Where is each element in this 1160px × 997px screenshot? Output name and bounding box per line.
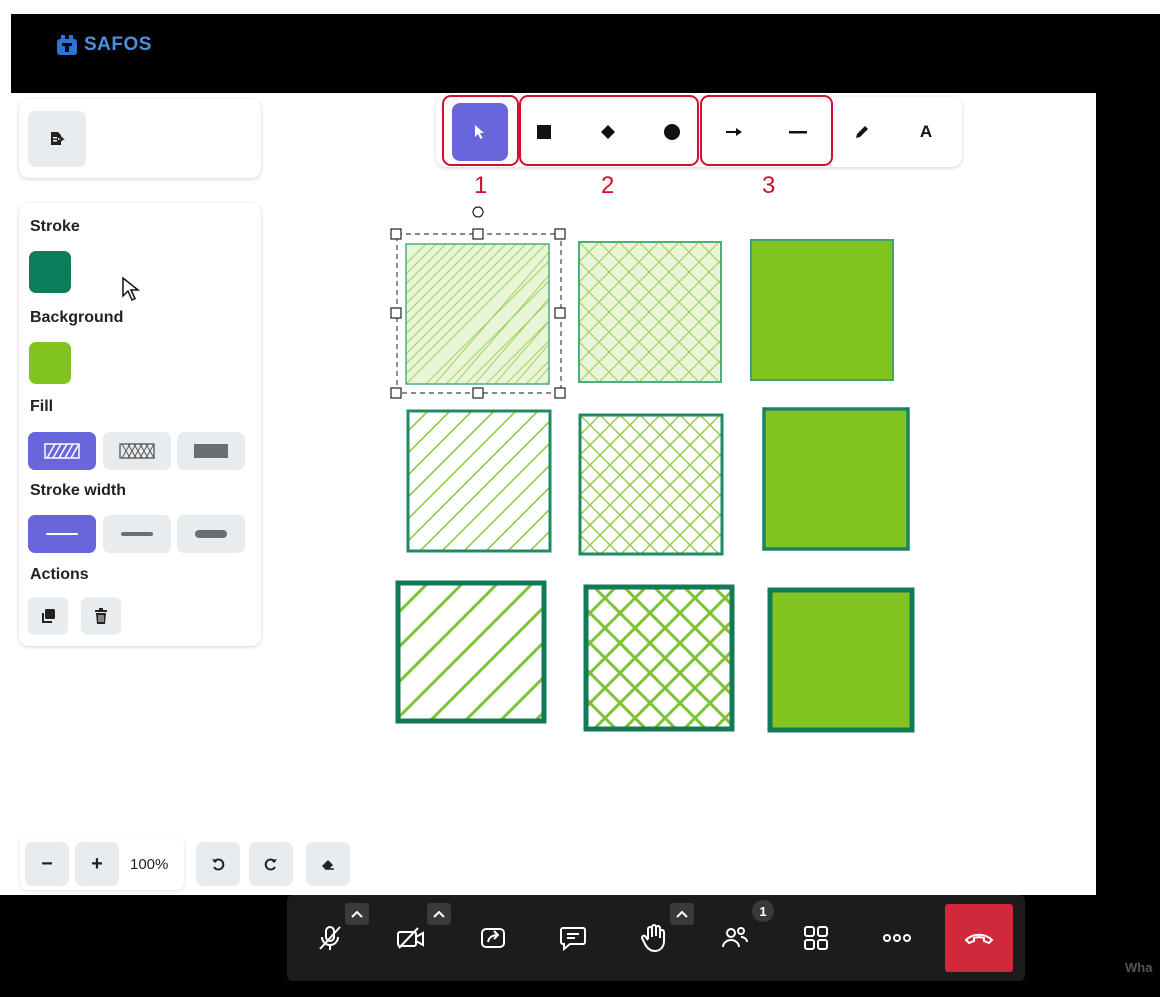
end-call-button[interactable] xyxy=(945,904,1013,972)
chevron-up-icon xyxy=(676,910,688,918)
eraser-icon xyxy=(322,860,334,870)
redo-icon xyxy=(264,858,277,871)
redo-button[interactable] xyxy=(249,842,293,886)
more-options-button[interactable] xyxy=(869,910,925,966)
more-icon xyxy=(883,934,911,942)
zoom-out-button[interactable]: − xyxy=(25,842,69,886)
tile-view-button[interactable] xyxy=(788,910,844,966)
chevron-up-icon xyxy=(351,910,363,918)
undo-button[interactable] xyxy=(196,842,240,886)
chat-button[interactable] xyxy=(545,910,601,966)
raise-hand-icon xyxy=(641,924,665,953)
camera-off-icon xyxy=(397,927,424,949)
share-screen-icon xyxy=(481,928,505,948)
tile-view-icon xyxy=(804,926,828,950)
mic-off-icon xyxy=(319,926,341,950)
shape-r2-solid[interactable] xyxy=(762,407,910,551)
participants-icon xyxy=(722,927,748,948)
zoom-level[interactable]: 100% xyxy=(130,856,168,873)
chat-icon xyxy=(560,927,586,951)
eraser-button[interactable] xyxy=(306,842,350,886)
participants-count-badge: 1 xyxy=(752,900,774,922)
mic-options-caret[interactable] xyxy=(345,903,369,925)
share-screen-button[interactable] xyxy=(465,910,521,966)
zoom-in-button[interactable]: + xyxy=(75,842,119,886)
undo-icon xyxy=(212,858,225,871)
chevron-up-icon xyxy=(433,910,445,918)
reactions-caret[interactable] xyxy=(670,903,694,925)
hangup-icon xyxy=(964,933,994,945)
watermark-text: Wha xyxy=(1125,960,1153,975)
shape-r3-solid[interactable] xyxy=(767,587,915,733)
camera-options-caret[interactable] xyxy=(427,903,451,925)
shape-r1-solid[interactable] xyxy=(750,239,894,381)
